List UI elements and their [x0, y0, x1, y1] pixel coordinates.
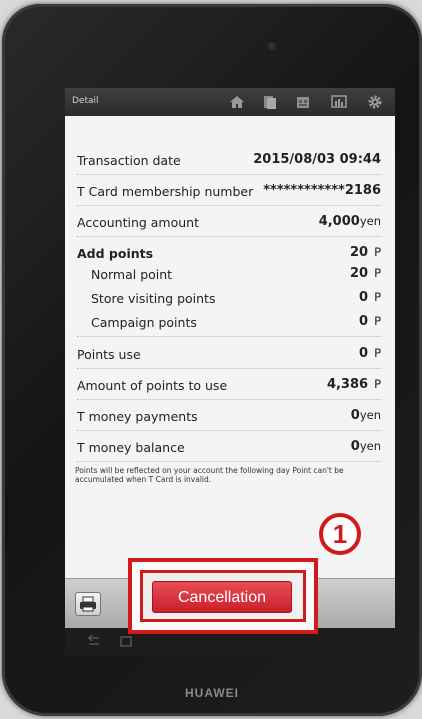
chart-icon[interactable]: [331, 94, 347, 110]
points-use-row: Points use 0P: [77, 338, 381, 369]
row-value: 20 P: [349, 245, 381, 260]
device-brand-label: HUAWEI: [185, 686, 239, 700]
gear-icon[interactable]: [367, 94, 383, 110]
row-value: 4,000yen: [318, 214, 381, 229]
row-label: Store visiting points: [91, 291, 216, 306]
t-money-balance-row: T money balance 0yen: [77, 431, 381, 462]
membership-number-row: T Card membership number ************218…: [77, 175, 381, 206]
row-value: 0yen: [350, 408, 381, 423]
row-label: Transaction date: [77, 153, 181, 168]
row-label: Points use: [77, 347, 141, 362]
step-badge: 1: [319, 513, 361, 555]
print-button[interactable]: [75, 592, 101, 616]
row-value: ************2186: [263, 183, 381, 198]
row-value: 2015/08/03 09:44: [253, 152, 381, 167]
row-value: 0P: [359, 346, 381, 361]
document-icon[interactable]: [262, 94, 278, 110]
row-label: T money payments: [77, 409, 198, 424]
highlight-callout: Cancellation: [128, 558, 318, 634]
grid-icon[interactable]: [295, 94, 311, 110]
row-value: 0P: [359, 290, 381, 305]
back-icon[interactable]: [79, 628, 109, 655]
row-value: 4,386 P: [326, 377, 381, 392]
page-title: Detail: [72, 96, 99, 106]
accounting-amount-row: Accounting amount 4,000yen: [77, 206, 381, 237]
row-label: Amount of points to use: [77, 378, 228, 393]
row-label: Normal point: [91, 267, 173, 282]
printer-icon: [80, 596, 96, 612]
home-icon[interactable]: [229, 94, 245, 110]
t-money-payments-row: T money payments 0yen: [77, 400, 381, 431]
front-camera: [268, 42, 276, 50]
row-value: 0yen: [350, 439, 381, 454]
store-visiting-points-row: Store visiting points 0P: [77, 285, 381, 309]
highlight-inner-frame: Cancellation: [140, 570, 306, 622]
app-header: Detail: [65, 88, 395, 116]
transaction-date-row: Transaction date 2015/08/03 09:44: [77, 144, 381, 175]
row-label: T Card membership number: [77, 184, 254, 199]
row-label: Accounting amount: [77, 215, 200, 230]
cancellation-button[interactable]: Cancellation: [152, 581, 292, 613]
add-points-row: Add points 20 P: [77, 237, 381, 261]
row-value: 20 P: [349, 266, 381, 281]
row-value: 0P: [359, 314, 381, 329]
step-number: 1: [333, 519, 347, 549]
amount-points-to-use-row: Amount of points to use 4,386 P: [77, 369, 381, 400]
row-label: Campaign points: [91, 315, 197, 330]
row-label: Add points: [77, 246, 154, 261]
campaign-points-row: Campaign points 0P: [77, 309, 381, 337]
points-notice: Points will be reflected on your account…: [75, 466, 344, 484]
normal-point-row: Normal point 20 P: [77, 261, 381, 285]
row-label: T money balance: [77, 440, 185, 455]
